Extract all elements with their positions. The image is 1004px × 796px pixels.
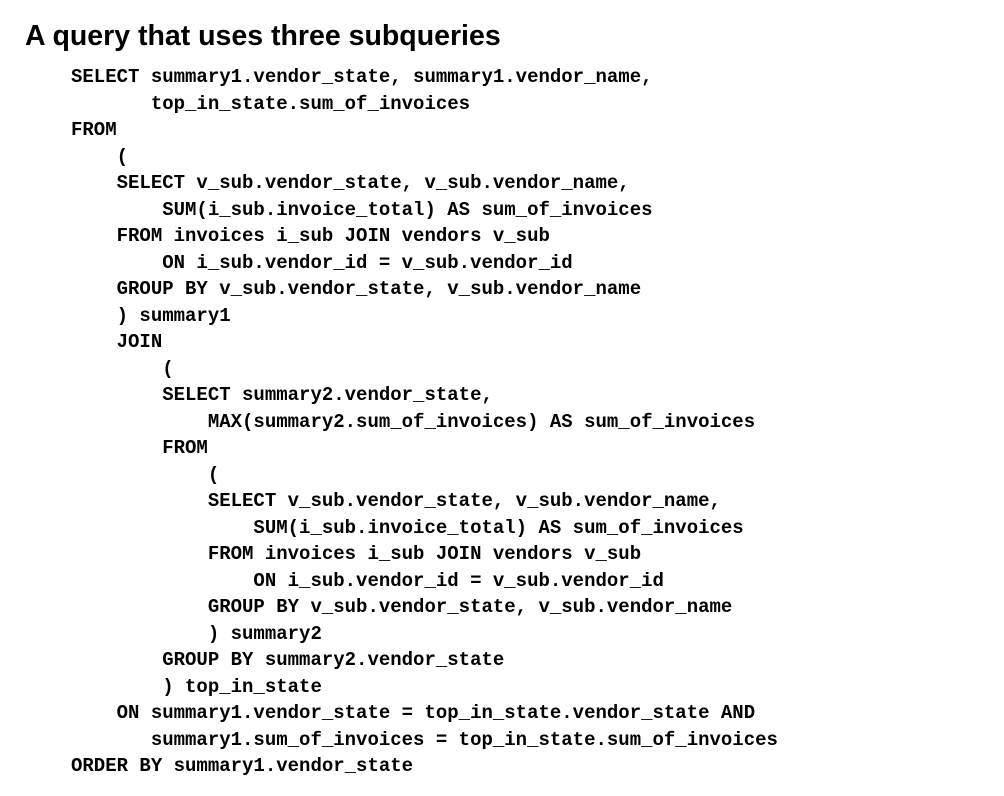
code-line: MAX(summary2.sum_of_invoices) AS sum_of_… (71, 410, 756, 433)
code-line: FROM invoices i_sub JOIN vendors v_sub (71, 543, 642, 565)
code-line: FROM invoices i_sub JOIN vendors v_sub (71, 225, 550, 247)
code-line: ( (71, 145, 129, 168)
code-line: top_in_state.sum_of_invoices (71, 92, 471, 115)
code-line: ( (71, 357, 174, 380)
slide-title: A query that uses three subqueries (25, 20, 501, 52)
code-line: ON i_sub.vendor_id = v_sub.vendor_id (71, 251, 573, 274)
code-line: summary1.sum_of_invoices = top_in_state.… (71, 728, 778, 751)
code-line: ON i_sub.vendor_id = v_sub.vendor_id (71, 569, 664, 592)
code-line: SUM(i_sub.invoice_total) AS sum_of_invoi… (71, 198, 653, 221)
code-line: ) summary2 (71, 622, 322, 645)
code-line: ORDER BY summary1.vendor_state (71, 755, 414, 777)
code-line: GROUP BY summary2.vendor_state (71, 649, 505, 671)
code-line: SELECT v_sub.vendor_state, v_sub.vendor_… (71, 490, 721, 512)
code-line: GROUP BY v_sub.vendor_state, v_sub.vendo… (71, 278, 642, 300)
code-line: GROUP BY v_sub.vendor_state, v_sub.vendo… (71, 596, 733, 618)
code-line: ) summary1 (71, 304, 231, 327)
code-line: FROM (71, 437, 208, 459)
code-line: SELECT summary2.vendor_state, (71, 384, 493, 406)
code-line: SELECT v_sub.vendor_state, v_sub.vendor_… (71, 172, 630, 194)
code-line: ( (71, 463, 220, 486)
code-line: FROM (71, 119, 117, 141)
code-line: ON summary1.vendor_state = top_in_state.… (71, 702, 756, 724)
code-line: SUM(i_sub.invoice_total) AS sum_of_invoi… (71, 516, 744, 539)
code-line: JOIN (71, 331, 163, 353)
code-line: SELECT summary1.vendor_state, summary1.v… (71, 66, 653, 88)
code-line: ) top_in_state (71, 675, 322, 698)
sql-code-block: SELECT summary1.vendor_state, summary1.v… (71, 64, 778, 780)
